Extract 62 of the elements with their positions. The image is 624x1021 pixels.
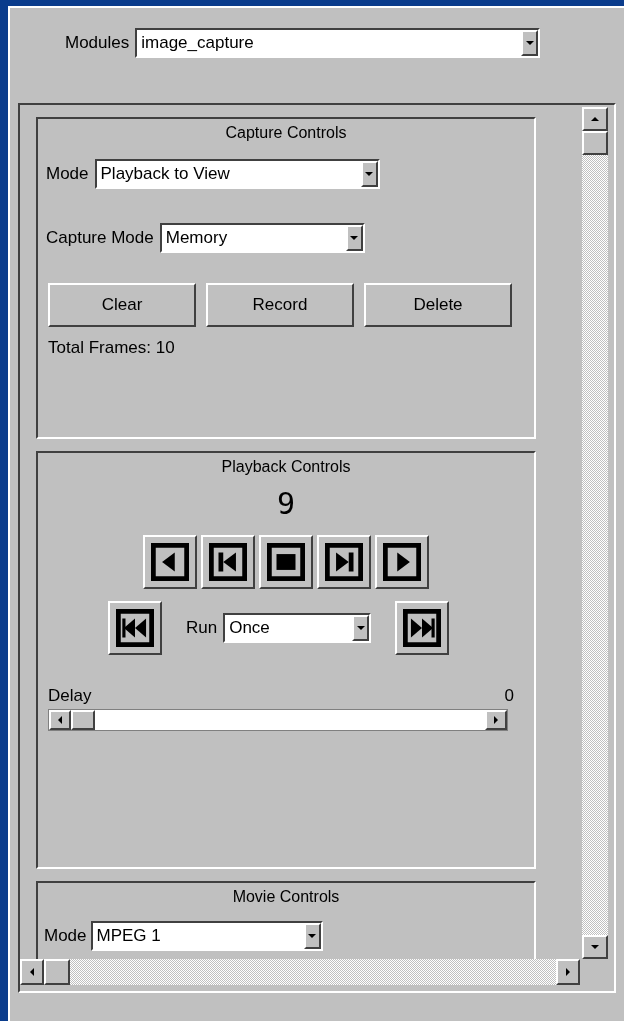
fast-rewind-icon bbox=[116, 609, 154, 647]
group-title: Movie Controls bbox=[232, 887, 340, 907]
transport-button[interactable] bbox=[259, 535, 313, 589]
transport-button[interactable] bbox=[375, 535, 429, 589]
transport-button[interactable] bbox=[201, 535, 255, 589]
slider-label: Delay bbox=[48, 685, 92, 707]
action-button[interactable]: Record bbox=[206, 283, 354, 327]
down-arrow-icon bbox=[591, 945, 599, 949]
dropdown-field[interactable]: Memory bbox=[159, 223, 365, 253]
field-label: Mode bbox=[46, 163, 89, 186]
field-label: Capture Mode bbox=[46, 227, 154, 250]
field-label: Mode bbox=[44, 925, 87, 948]
step-back-icon bbox=[209, 543, 247, 581]
caret-icon bbox=[350, 236, 359, 240]
dropdown-arrow-button[interactable] bbox=[360, 161, 378, 187]
scroll-thumb[interactable] bbox=[582, 131, 608, 155]
scroll-right-button[interactable] bbox=[485, 709, 507, 730]
dropdown-field[interactable]: Once bbox=[223, 613, 372, 643]
transport-button[interactable] bbox=[317, 535, 371, 589]
left-arrow-icon bbox=[30, 968, 34, 976]
dropdown-field[interactable]: Playback to View bbox=[94, 159, 380, 189]
caret-icon bbox=[365, 172, 374, 176]
transport-button[interactable] bbox=[108, 601, 162, 655]
dropdown-field[interactable]: MPEG 1 bbox=[90, 921, 323, 951]
left-arrow-icon bbox=[58, 715, 62, 724]
horizontal-scrollbar[interactable] bbox=[20, 959, 580, 985]
dropdown-arrow-button[interactable] bbox=[303, 923, 321, 949]
action-button[interactable]: Clear bbox=[48, 283, 196, 327]
stop-icon bbox=[267, 543, 305, 581]
scroll-up-button[interactable] bbox=[582, 107, 608, 131]
transport-button[interactable] bbox=[395, 601, 450, 655]
reverse-icon bbox=[151, 543, 189, 581]
vertical-scrollbar[interactable] bbox=[582, 107, 608, 959]
up-arrow-icon bbox=[591, 117, 599, 121]
group-title: Playback Controls bbox=[221, 457, 351, 477]
play-icon bbox=[383, 543, 421, 581]
step-forward-icon bbox=[325, 543, 363, 581]
dropdown-arrow-button[interactable] bbox=[345, 225, 363, 251]
caret-icon bbox=[525, 41, 534, 45]
caret-icon bbox=[356, 626, 365, 630]
right-arrow-icon bbox=[566, 968, 570, 976]
slider-reading: 0 bbox=[504, 685, 514, 707]
right-arrow-icon bbox=[494, 715, 498, 724]
field-label: Run bbox=[186, 617, 218, 640]
transport-button[interactable] bbox=[143, 535, 197, 589]
action-button[interactable]: Delete bbox=[364, 283, 512, 327]
dropdown-field[interactable]: image_capture bbox=[135, 28, 541, 58]
fast-forward-icon bbox=[403, 609, 442, 647]
dropdown-arrow-button[interactable] bbox=[352, 615, 370, 641]
scroll-right-button[interactable] bbox=[556, 959, 580, 985]
scroll-left-button[interactable] bbox=[20, 959, 44, 985]
group-title: Capture Controls bbox=[225, 123, 347, 143]
scroll-down-button[interactable] bbox=[582, 935, 608, 959]
caret-icon bbox=[308, 934, 317, 938]
scroll-left-button[interactable] bbox=[49, 709, 71, 730]
field-label: Modules bbox=[65, 32, 130, 55]
total-frames-text: Total Frames: 10 bbox=[47, 337, 176, 359]
slider-thumb[interactable] bbox=[71, 709, 95, 730]
dropdown-arrow-button[interactable] bbox=[521, 30, 539, 56]
delay-slider[interactable] bbox=[48, 708, 508, 731]
frame-number: 9 bbox=[276, 489, 296, 519]
scroll-thumb[interactable] bbox=[44, 959, 70, 985]
